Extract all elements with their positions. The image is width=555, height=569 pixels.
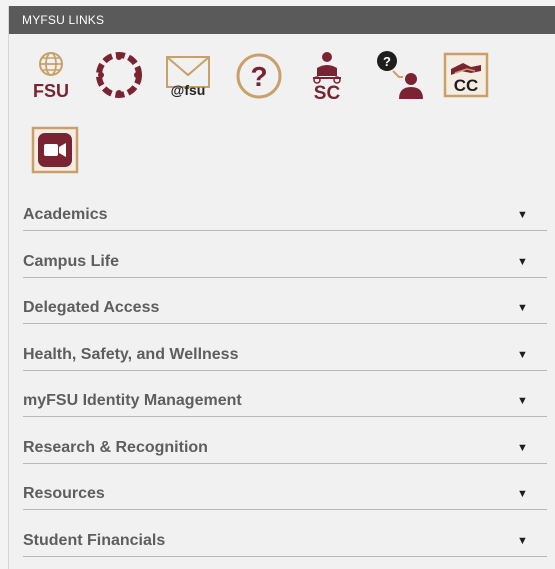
student-central-icon[interactable]: SC bbox=[305, 50, 349, 102]
svg-text:FSU: FSU bbox=[33, 81, 69, 101]
help-person-icon[interactable]: ? bbox=[373, 49, 425, 101]
divider bbox=[23, 462, 547, 464]
divider bbox=[23, 369, 547, 371]
caret-down-icon: ▼ bbox=[517, 348, 528, 361]
section-label: Campus Life bbox=[23, 252, 120, 270]
caret-down-icon: ▼ bbox=[517, 488, 528, 500]
section-student-financials[interactable]: Student Financials ▼ bbox=[9, 518, 555, 565]
globe-fsu-icon[interactable]: FSU bbox=[29, 50, 73, 102]
canvas-icon[interactable] bbox=[95, 51, 143, 99]
myfsu-links-panel: MYFSU LINKS FSU @fsu ? SC ? CC Academics… bbox=[8, 6, 555, 569]
divider bbox=[23, 323, 547, 324]
section-identity-management[interactable]: myFSU Identity Management ▼ bbox=[9, 378, 555, 425]
svg-text:CC: CC bbox=[454, 76, 479, 95]
zoom-video-icon[interactable] bbox=[30, 125, 80, 175]
svg-text:@fsu: @fsu bbox=[171, 82, 206, 98]
divider bbox=[23, 509, 547, 510]
divider bbox=[23, 230, 547, 231]
fsu-mail-icon[interactable]: @fsu bbox=[159, 51, 215, 101]
career-center-icon[interactable]: CC bbox=[441, 51, 491, 99]
caret-down-icon: ▼ bbox=[517, 302, 528, 314]
section-label: myFSU Identity Management bbox=[23, 392, 242, 409]
section-resources[interactable]: Resources ▼ bbox=[9, 471, 555, 518]
section-label: Academics bbox=[23, 206, 108, 223]
link-sections-list: Academics ▼ Campus Life ▼ Delegated Acce… bbox=[9, 192, 555, 564]
panel-title: MYFSU LINKS bbox=[22, 13, 105, 27]
svg-text:SC: SC bbox=[314, 83, 341, 102]
panel-header: MYFSU LINKS bbox=[9, 6, 555, 34]
caret-down-icon: ▼ bbox=[517, 395, 528, 407]
caret-down-icon: ▼ bbox=[517, 441, 528, 454]
divider bbox=[23, 276, 547, 278]
svg-text:?: ? bbox=[383, 54, 391, 69]
help-question-icon[interactable]: ? bbox=[235, 52, 283, 100]
caret-down-icon: ▼ bbox=[517, 255, 528, 268]
section-academics[interactable]: Academics ▼ bbox=[9, 192, 555, 239]
section-label: Health, Safety, and Wellness bbox=[23, 345, 239, 363]
section-campus-life[interactable]: Campus Life ▼ bbox=[9, 239, 555, 286]
section-health-safety-wellness[interactable]: Health, Safety, and Wellness ▼ bbox=[9, 332, 555, 379]
svg-text:?: ? bbox=[250, 61, 267, 92]
section-delegated-access[interactable]: Delegated Access ▼ bbox=[9, 285, 555, 332]
caret-down-icon: ▼ bbox=[517, 534, 528, 547]
section-label: Delegated Access bbox=[23, 299, 160, 316]
section-research-recognition[interactable]: Research & Recognition ▼ bbox=[9, 425, 555, 472]
caret-down-icon: ▼ bbox=[517, 209, 528, 221]
divider bbox=[23, 416, 547, 417]
section-label: Research & Recognition bbox=[23, 438, 208, 456]
section-label: Student Financials bbox=[23, 531, 166, 549]
quick-links-icons: FSU @fsu ? SC ? CC bbox=[9, 34, 555, 180]
divider bbox=[23, 555, 547, 557]
section-label: Resources bbox=[23, 485, 105, 502]
